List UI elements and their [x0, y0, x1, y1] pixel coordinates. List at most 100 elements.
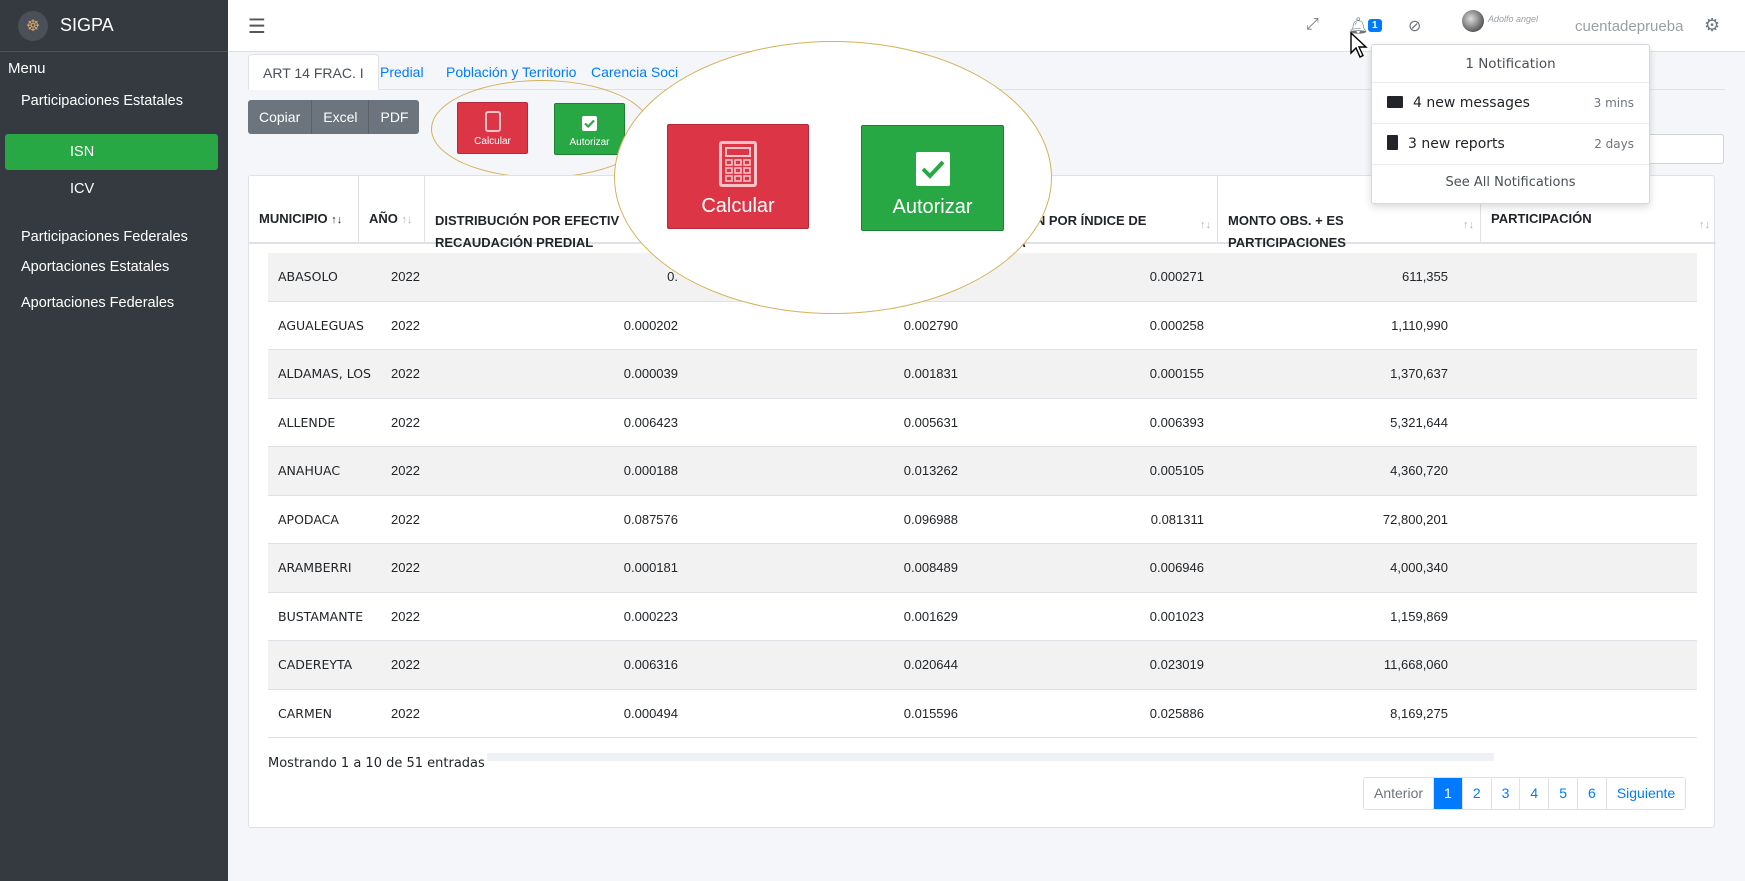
cell-municipio: ALDAMAS, LOS	[278, 366, 371, 381]
authorize-label: Autorizar	[892, 196, 973, 218]
file-icon	[1387, 135, 1398, 150]
pagination-page-3[interactable]: 3	[1491, 778, 1521, 809]
envelope-icon	[1387, 96, 1403, 108]
table-row[interactable]: ANAHUAC 2022 0.000188 0.013262 0.005105 4,360…	[268, 447, 1697, 496]
export-button-group: Copiar Excel PDF	[248, 100, 420, 134]
sort-asc-icon: ↑↓	[331, 214, 343, 226]
zoom-magnifier: Calcular Autorizar	[614, 41, 1052, 314]
calculate-button-zoomed[interactable]: Calcular	[667, 124, 809, 229]
pagination-page-6[interactable]: 6	[1578, 778, 1607, 809]
cell-indice-pobreza: 0.023019	[1149, 657, 1204, 672]
table-row[interactable]: ALDAMAS, LOS 2022 0.000039 0.001831 0.000155…	[268, 350, 1697, 399]
table-row[interactable]: ALLENDE 2022 0.006423 0.005631 0.006393 5,321…	[268, 399, 1697, 447]
sort-icon: ↑↓	[1200, 219, 1211, 231]
cell-distribucion-predial: 0.000202	[623, 317, 678, 333]
sort-icon: ↑↓	[401, 214, 413, 226]
cell-anio: 2022	[391, 560, 420, 575]
sidebar-item-aportaciones-estatales[interactable]: Aportaciones Estatales	[0, 252, 228, 282]
cell-indice-pobreza: 0.001023	[1149, 608, 1204, 624]
cell-monto: 1,110,990	[1391, 317, 1448, 333]
cell-value: 0.008489	[903, 560, 958, 575]
cell-value: 0.015596	[903, 705, 958, 721]
cell-municipio: ANAHUAC	[278, 463, 341, 478]
table-row[interactable]: CADEREYTA 2022 0.006316 0.020644 0.023019 11,…	[268, 641, 1697, 690]
notification-item-messages[interactable]: 4 new messages 3 mins	[1372, 83, 1649, 124]
sidebar-item-participaciones-estatales[interactable]: Participaciones Estatales	[0, 88, 228, 114]
calculate-label: Calcular	[701, 195, 775, 217]
brand-name: SIGPA	[60, 15, 114, 35]
notification-label: 4 new messages	[1413, 95, 1530, 111]
cell-anio: 2022	[391, 269, 420, 284]
table-row[interactable]: CARMEN 2022 0.000494 0.015596 0.025886 8,169,…	[268, 690, 1697, 738]
cell-distribucion-predial: 0.000223	[623, 608, 678, 624]
cell-indice-pobreza: 0.000271	[1149, 269, 1204, 284]
notification-time: 3 mins	[1593, 96, 1634, 110]
mouse-cursor-icon	[1350, 32, 1368, 58]
table-row[interactable]: APODACA 2022 0.087576 0.096988 0.081311 72,80…	[268, 496, 1697, 544]
cell-value: 0.005631	[903, 414, 958, 430]
tab-art14[interactable]: ART 14 FRAC. I	[248, 54, 379, 90]
cell-monto: 8,169,275	[1390, 705, 1448, 721]
cell-anio: 2022	[391, 657, 420, 672]
cell-distribucion-predial: 0.000039	[623, 366, 678, 381]
pdf-button[interactable]: PDF	[369, 100, 420, 134]
cell-monto: 1,159,869	[1390, 608, 1448, 624]
cell-municipio: ABASOLO	[278, 269, 338, 284]
notification-label: 3 new reports	[1408, 136, 1505, 152]
copy-button[interactable]: Copiar	[248, 100, 313, 134]
cell-distribucion-predial: 0.000188	[623, 463, 678, 478]
excel-button[interactable]: Excel	[312, 100, 370, 134]
notification-dropdown: 1 Notification 4 new messages 3 mins 3 n…	[1371, 44, 1650, 204]
pagination-page-2[interactable]: 2	[1462, 778, 1492, 809]
sidebar-item-icv[interactable]: ICV	[0, 170, 228, 208]
cell-indice-pobreza: 0.005105	[1149, 463, 1204, 478]
avatar[interactable]	[1462, 10, 1484, 32]
cell-distribucion-predial: 0.000494	[623, 705, 678, 721]
fullscreen-icon[interactable]: ⤢	[1306, 16, 1319, 34]
account-name[interactable]: cuentadeprueba	[1575, 18, 1683, 35]
brand-logo-icon: ☸	[18, 10, 48, 41]
table-row[interactable]: ARAMBERRI 2022 0.000181 0.008489 0.006946 4,0…	[268, 544, 1697, 593]
pagination-page-4[interactable]: 4	[1520, 778, 1550, 809]
cell-value: 0.020644	[903, 657, 958, 672]
cell-value: 0.001831	[903, 366, 958, 381]
table-row[interactable]: BUSTAMANTE 2022 0.000223 0.001629 0.001023 1,…	[268, 593, 1697, 641]
column-header-label: MONTO OBS. + ES PARTICIPACIONES	[1228, 213, 1346, 250]
pagination-page-1[interactable]: 1	[1434, 778, 1463, 809]
cell-indice-pobreza: 0.006393	[1149, 414, 1204, 430]
cell-municipio: CADEREYTA	[278, 657, 353, 672]
see-all-notifications-link[interactable]: See All Notifications	[1372, 165, 1649, 203]
sidebar-item-aportaciones-federales[interactable]: Aportaciones Federales	[0, 288, 228, 318]
brand[interactable]: ☸ SIGPA	[0, 0, 228, 52]
cell-municipio: ALLENDE	[278, 414, 336, 430]
authorize-button-zoomed[interactable]: Autorizar	[861, 125, 1004, 231]
sidebar-item-participaciones-federales[interactable]: Participaciones Federales	[0, 222, 228, 252]
pagination-previous[interactable]: Anterior	[1364, 778, 1435, 809]
cell-anio: 2022	[391, 463, 420, 478]
sidebar-item-isn[interactable]: ISN	[5, 134, 218, 170]
notification-item-reports[interactable]: 3 new reports 2 days	[1372, 124, 1649, 165]
horizontal-scrollbar[interactable]	[487, 753, 1494, 761]
cell-anio: 2022	[391, 608, 420, 624]
cell-indice-pobreza: 0.006946	[1149, 560, 1204, 575]
pagination-next[interactable]: Siguiente	[1606, 778, 1686, 809]
cell-municipio: ARAMBERRI	[278, 560, 352, 575]
column-header-anio[interactable]: AÑO ↑↓	[359, 176, 425, 244]
pagination-page-5[interactable]: 5	[1549, 778, 1579, 809]
cell-distribucion-predial: 0.	[667, 269, 678, 284]
column-header-municipio[interactable]: MUNICIPIO ↑↓	[249, 176, 359, 244]
cell-municipio: CARMEN	[278, 705, 332, 721]
gear-icon[interactable]: ⚙	[1704, 15, 1720, 36]
block-icon[interactable]: ⊘	[1408, 16, 1421, 36]
column-header-label: PARTICIPACIÓN	[1491, 211, 1592, 226]
sort-icon: ↑↓	[1699, 219, 1710, 231]
cell-monto: 611,355	[1401, 269, 1448, 284]
notification-badge: 1	[1368, 19, 1382, 32]
column-header-label: MUNICIPIO	[259, 211, 328, 226]
hamburger-menu-icon[interactable]: ☰	[248, 14, 266, 39]
checkbox-icon	[915, 152, 950, 186]
tab-predial[interactable]: Predial	[366, 54, 438, 90]
cell-monto: 11,668,060	[1383, 657, 1448, 672]
sort-icon: ↑↓	[1463, 219, 1474, 231]
table-row[interactable]: AGUALEGUAS 2022 0.000202 0.002790 0.000258 1,…	[268, 302, 1697, 350]
